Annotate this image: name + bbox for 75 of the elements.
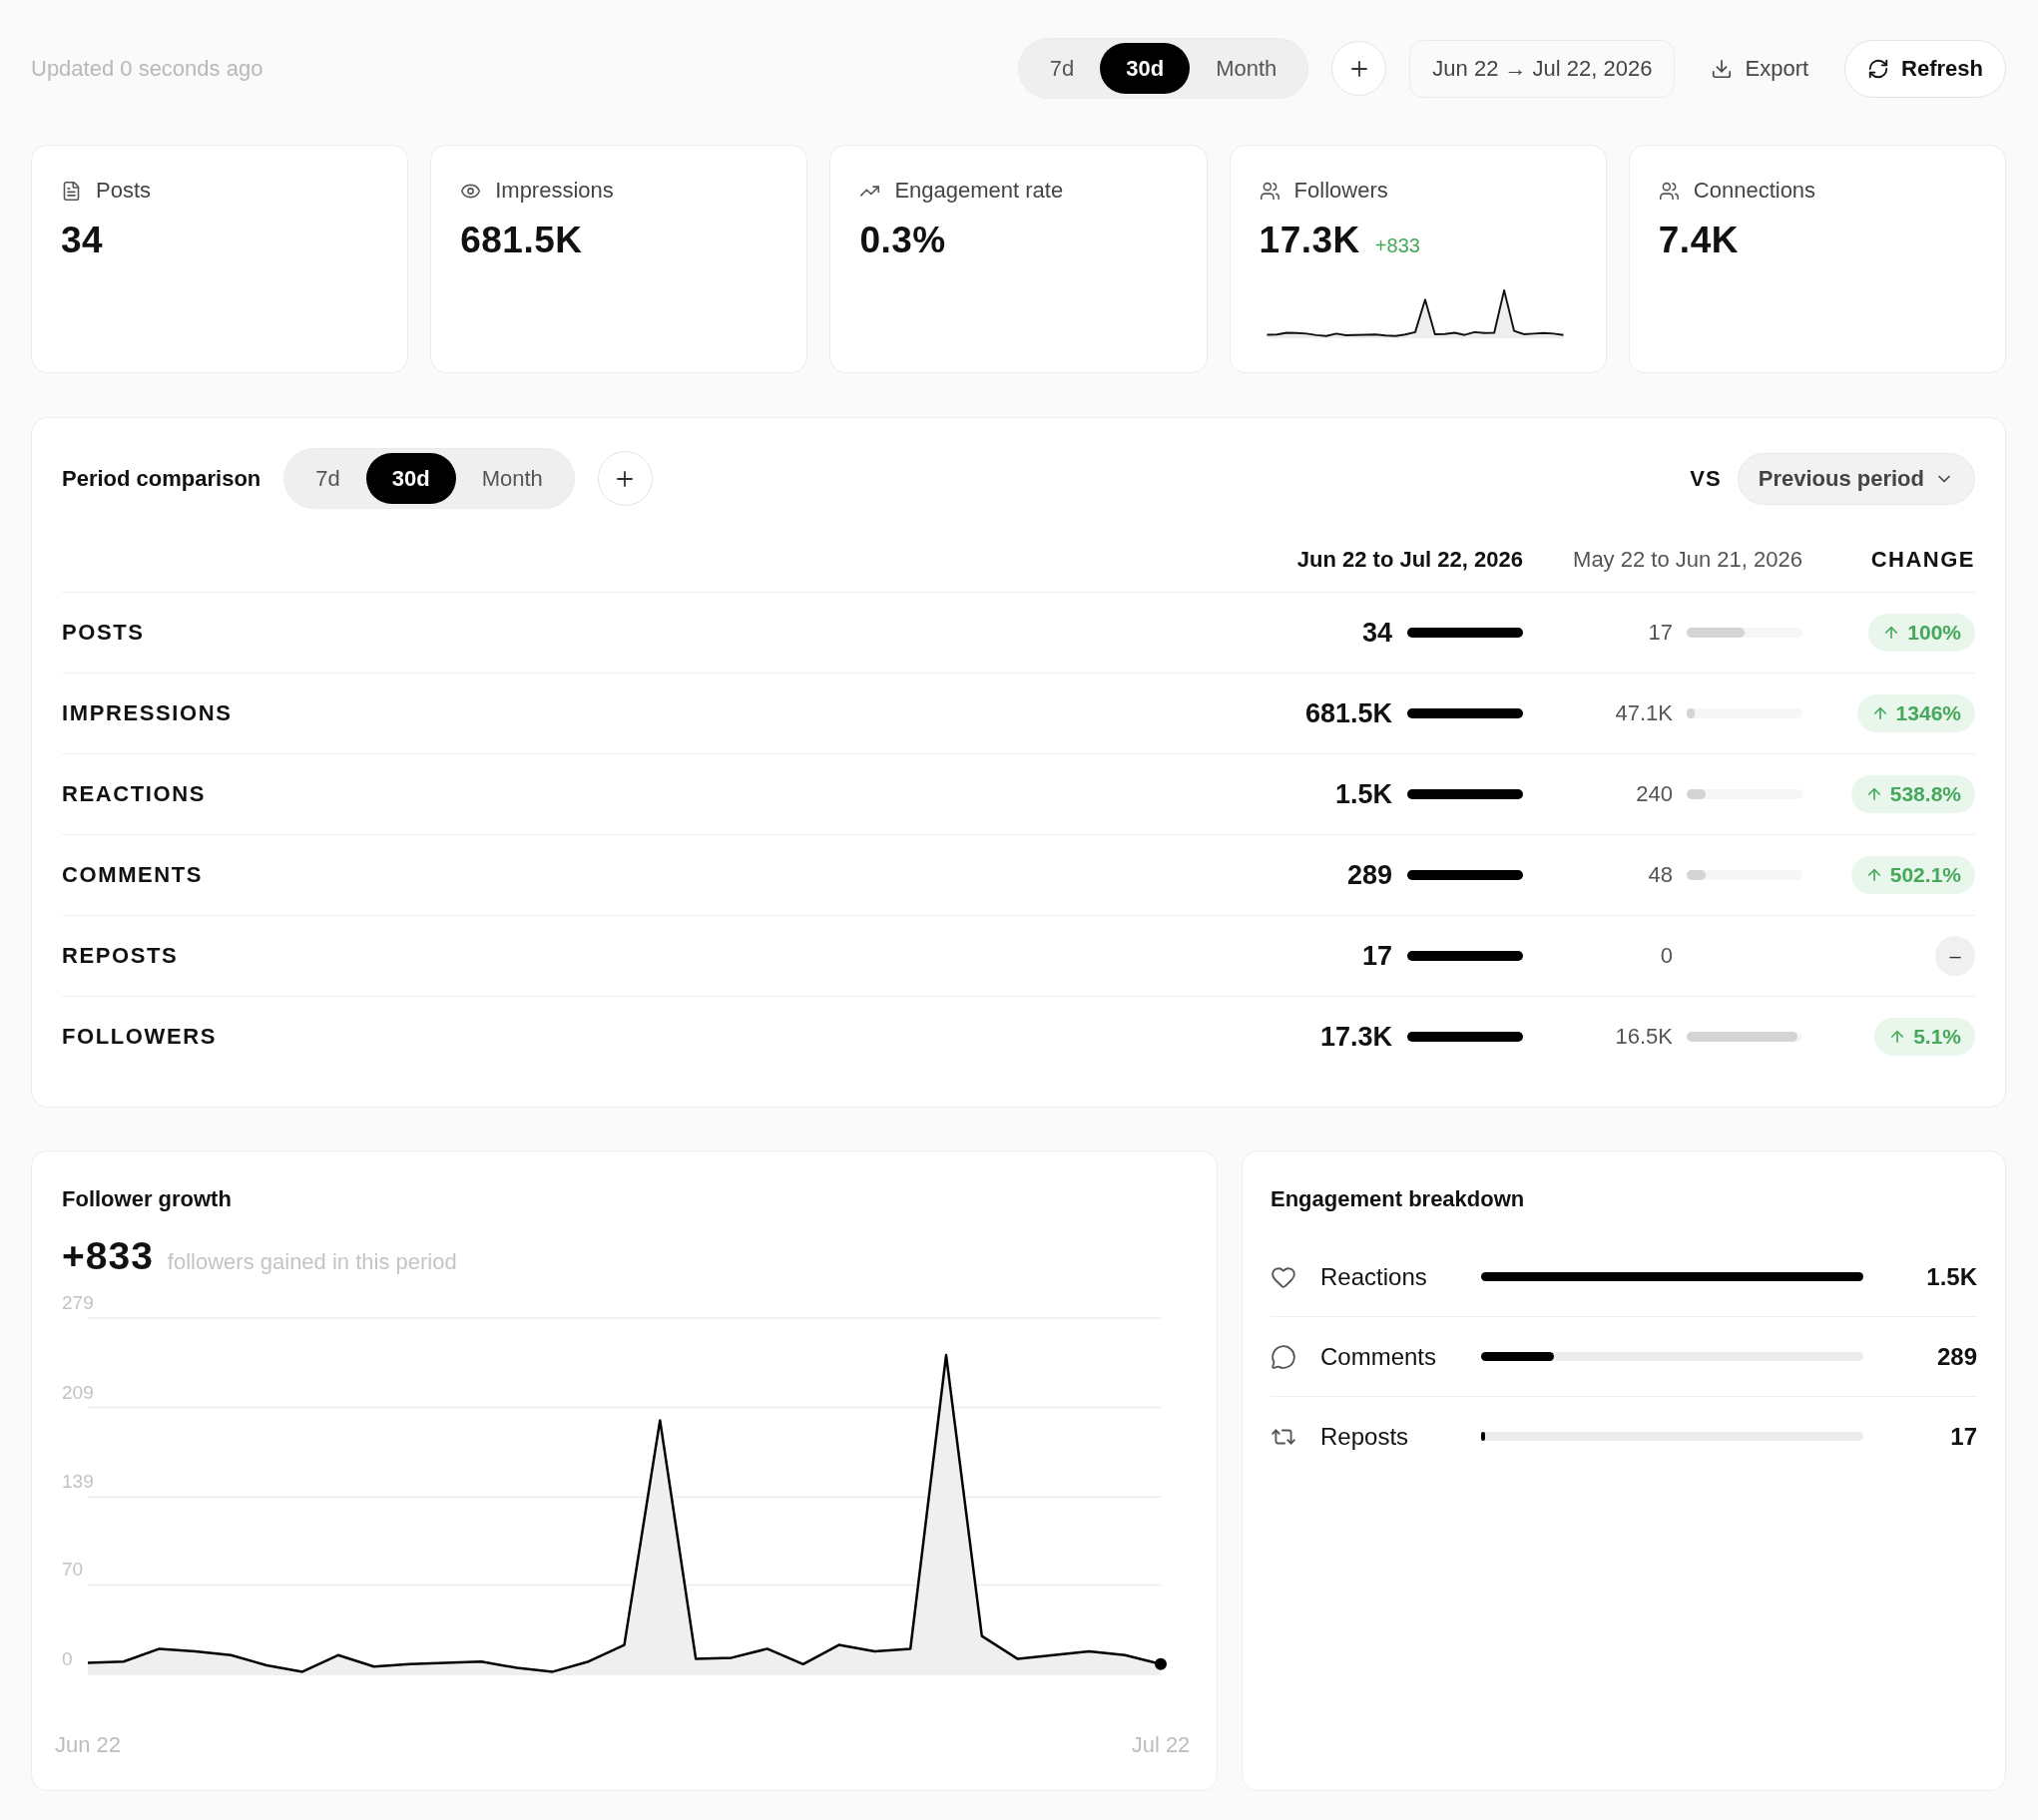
- vs-label: VS: [1690, 465, 1722, 492]
- metric-label: REPOSTS: [62, 943, 179, 969]
- download-icon: [1711, 57, 1734, 80]
- previous-value: 47.1K: [1615, 700, 1673, 726]
- stat-label: Followers: [1293, 178, 1388, 204]
- current-value: 17.3K: [1319, 1021, 1392, 1053]
- range-tab[interactable]: Month: [1190, 43, 1303, 94]
- current-value: 289: [1346, 859, 1392, 891]
- engagement-value: 1.5K: [1926, 1262, 1977, 1291]
- stat-value: 17.3K: [1259, 219, 1360, 262]
- period-dropdown[interactable]: Previous period: [1737, 452, 1975, 505]
- change-value: 538.8%: [1889, 782, 1961, 806]
- metric-label: POSTS: [62, 620, 145, 646]
- growth-total: +833: [62, 1234, 154, 1278]
- stat-value: 681.5K: [460, 219, 583, 262]
- y-axis-label: 0: [62, 1648, 73, 1669]
- range-tab[interactable]: 30d: [365, 453, 456, 504]
- previous-value: 0: [1660, 943, 1673, 969]
- stat-delta: +833: [1374, 234, 1420, 257]
- engagement-label: Reactions: [1320, 1262, 1427, 1291]
- change-value: 5.1%: [1913, 1025, 1961, 1049]
- engagement-value: 17: [1950, 1422, 1977, 1451]
- column-header: Jun 22 to Jul 22, 2026: [1296, 546, 1523, 573]
- refresh-button[interactable]: Refresh: [1844, 39, 2006, 98]
- range-tab[interactable]: Month: [455, 453, 569, 504]
- document-icon: [61, 180, 82, 202]
- engagement-label: Reposts: [1320, 1422, 1409, 1451]
- x-axis-label: Jun 22: [54, 1732, 122, 1757]
- stat-label: Engagement rate: [894, 178, 1064, 204]
- growth-caption: followers gained in this period: [167, 1249, 457, 1275]
- previous-value: 48: [1648, 862, 1673, 888]
- stat-label: Connections: [1693, 178, 1816, 204]
- current-value: 34: [1361, 617, 1392, 649]
- current-value: 1.5K: [1334, 778, 1392, 810]
- data-point: [1155, 1657, 1167, 1670]
- range-tab[interactable]: 7d: [1023, 43, 1101, 94]
- stat-label: Posts: [96, 178, 152, 204]
- date-range-button[interactable]: Jun 22 → Jul 22, 2026: [1409, 39, 1676, 98]
- change-value: 1346%: [1895, 701, 1961, 725]
- column-header: CHANGE: [1870, 546, 1975, 573]
- stat-value: 34: [61, 219, 104, 262]
- current-value: 681.5K: [1304, 697, 1392, 729]
- y-axis-label: 279: [62, 1292, 94, 1313]
- stat-label: Impressions: [495, 178, 614, 204]
- stat-value: 7.4K: [1658, 219, 1739, 262]
- previous-value: 240: [1636, 781, 1673, 807]
- metric-label: FOLLOWERS: [62, 1024, 217, 1050]
- export-button[interactable]: Export: [1698, 39, 1822, 98]
- metric-label: IMPRESSIONS: [62, 700, 233, 726]
- stat-value: 0.3%: [859, 219, 946, 262]
- previous-value: 17: [1648, 620, 1673, 646]
- column-header: May 22 to Jun 21, 2026: [1573, 546, 1802, 573]
- current-value: 17: [1361, 940, 1392, 972]
- change-value: 100%: [1907, 621, 1961, 645]
- y-axis-label: 139: [62, 1471, 94, 1493]
- card-title: Follower growth: [62, 1186, 233, 1212]
- users-icon: [1658, 180, 1680, 202]
- y-axis-label: 70: [62, 1559, 84, 1581]
- metric-label: REACTIONS: [62, 781, 206, 807]
- refresh-icon: [1867, 57, 1890, 80]
- engagement-label: Comments: [1320, 1342, 1437, 1371]
- no-change-badge: –: [1935, 936, 1975, 976]
- previous-value: 16.5K: [1615, 1024, 1673, 1050]
- users-icon: [1259, 180, 1280, 202]
- updated-status: Updated 0 seconds ago: [31, 55, 263, 82]
- y-axis-label: 209: [62, 1381, 94, 1403]
- card-title: Engagement breakdown: [1271, 1186, 1526, 1212]
- change-value: 502.1%: [1889, 863, 1961, 887]
- metric-label: COMMENTS: [62, 862, 204, 888]
- panel-title: Period comparison: [62, 465, 261, 492]
- range-tab[interactable]: 30d: [1100, 43, 1191, 94]
- x-axis-label: Jul 22: [1131, 1732, 1191, 1757]
- engagement-value: 289: [1936, 1342, 1977, 1371]
- range-tab[interactable]: 7d: [289, 453, 366, 504]
- speech-bubble-icon: [1271, 1343, 1296, 1370]
